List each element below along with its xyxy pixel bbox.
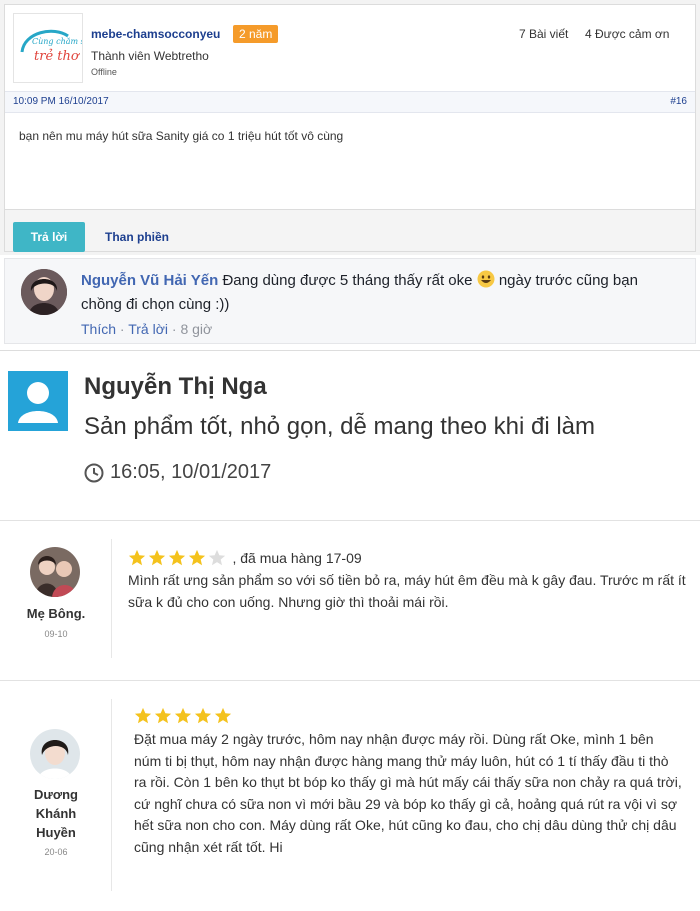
star-filled-icon bbox=[188, 549, 206, 566]
forum-post-card: Cùng chăm sóc trẻ thơ mebe-chamsocconyeu… bbox=[4, 4, 696, 252]
star-rating bbox=[134, 707, 232, 725]
profile-photo-icon bbox=[30, 729, 80, 779]
user-status: Offline bbox=[91, 67, 117, 77]
reviewer-name: Nguyễn Thị Nga bbox=[84, 373, 267, 400]
rating-row: , đã mua hàng 17-09 bbox=[128, 549, 688, 567]
like-link[interactable]: Thích bbox=[81, 321, 116, 337]
user-silhouette-icon bbox=[8, 371, 68, 431]
review-timestamp: 16:05, 10/01/2017 bbox=[110, 461, 272, 483]
star-filled-icon bbox=[154, 707, 172, 724]
rating-row bbox=[134, 707, 682, 725]
profile-photo-icon bbox=[30, 547, 80, 597]
reviewer-avatar bbox=[30, 547, 80, 597]
star-filled-icon bbox=[128, 549, 146, 566]
reviewer-name-line: Dương bbox=[34, 787, 78, 802]
logo-text-line2: trẻ thơ bbox=[34, 49, 80, 64]
star-filled-icon bbox=[174, 707, 192, 724]
reviewer-name-line: Huyền bbox=[36, 825, 76, 840]
commenter-name[interactable]: Nguyễn Vũ Hải Yến bbox=[81, 272, 218, 289]
review-date: 20-06 bbox=[44, 847, 68, 857]
separator: · bbox=[119, 321, 125, 337]
review-content: Đặt mua máy 2 ngày trước, hôm nay nhận đ… bbox=[134, 707, 682, 858]
forum-post: Cùng chăm sóc trẻ thơ mebe-chamsocconyeu… bbox=[0, 0, 700, 255]
separator: · bbox=[171, 321, 177, 337]
complain-button[interactable]: Than phiền bbox=[105, 230, 169, 244]
review-time: 16:05, 10/01/2017 bbox=[84, 461, 271, 484]
review-text: Sản phẩm tốt, nhỏ gọn, dễ mang theo khi … bbox=[84, 413, 595, 440]
facebook-comment: Nguyễn Vũ Hải Yến Đang dùng được 5 tháng… bbox=[4, 258, 696, 344]
review-body: Đặt mua máy 2 ngày trước, hôm nay nhận đ… bbox=[134, 731, 682, 855]
reviewer-info: Dương Khánh Huyền 20-06 bbox=[0, 681, 112, 911]
thanks-count: 4 Được cảm ơn bbox=[585, 27, 670, 41]
logo-text-line1: Cùng chăm sóc bbox=[32, 37, 82, 46]
membership-badge: 2 năm bbox=[233, 25, 279, 43]
post-body: bạn nên mu máy hút sữa Sanity giá co 1 t… bbox=[19, 129, 344, 143]
star-filled-icon bbox=[148, 549, 166, 566]
post-datetime: 10:09 PM 16/10/2017 bbox=[13, 96, 109, 107]
username-link[interactable]: mebe-chamsocconyeu bbox=[91, 27, 220, 41]
review-body: Mình rất ưng sản phẩm so với số tiền bỏ … bbox=[128, 572, 686, 611]
purchase-info: , đã mua hàng 17-09 bbox=[232, 550, 362, 566]
comment-body-part1: Đang dùng được 5 tháng thấy rất oke bbox=[222, 272, 473, 289]
reviewer-info: Mẹ Bông. 09-10 bbox=[0, 521, 112, 678]
user-role: Thành viên Webtretho bbox=[91, 49, 209, 63]
reviewer-name-line: Mẹ Bông. bbox=[26, 606, 86, 621]
default-avatar bbox=[8, 371, 68, 431]
shop-review: Dương Khánh Huyền 20-06 Đặt mua máy 2 ng… bbox=[0, 680, 700, 911]
webtretho-logo: Cùng chăm sóc trẻ thơ bbox=[20, 29, 95, 64]
review-content: , đã mua hàng 17-09 Mình rất ưng sản phẩ… bbox=[128, 549, 688, 613]
post-count: 7 Bài viết bbox=[519, 27, 569, 41]
clock-icon bbox=[84, 463, 104, 482]
post-meta-bar: 10:09 PM 16/10/2017 #16 bbox=[5, 91, 695, 113]
star-filled-icon bbox=[194, 707, 212, 724]
reply-link[interactable]: Trả lời bbox=[128, 321, 168, 337]
reply-button[interactable]: Trả lời bbox=[13, 222, 85, 252]
user-avatar[interactable]: Cùng chăm sóc trẻ thơ bbox=[13, 13, 95, 83]
reviewer-name: Dương Khánh Huyền bbox=[0, 785, 112, 842]
commenter-avatar[interactable] bbox=[21, 269, 67, 315]
review-date: 09-10 bbox=[44, 629, 68, 639]
star-filled-icon bbox=[168, 549, 186, 566]
profile-photo-icon bbox=[21, 269, 67, 315]
comment-text: Nguyễn Vũ Hải Yến Đang dùng được 5 tháng… bbox=[81, 269, 641, 317]
reviewer-name: Mẹ Bông. bbox=[0, 604, 112, 623]
comment-time: 8 giờ bbox=[180, 321, 213, 337]
review-card: Nguyễn Thị Nga Sản phẩm tốt, nhỏ gọn, dễ… bbox=[0, 350, 700, 518]
star-rating bbox=[128, 549, 226, 567]
reviewer-avatar bbox=[30, 729, 80, 779]
star-empty-icon bbox=[208, 549, 226, 566]
post-action-bar: Trả lời Than phiền bbox=[5, 209, 695, 252]
star-filled-icon bbox=[214, 707, 232, 724]
shop-review: Mẹ Bông. 09-10 , đã mua hàng 17-09 Mình … bbox=[0, 520, 700, 678]
star-filled-icon bbox=[134, 707, 152, 724]
reviewer-name-line: Khánh bbox=[35, 806, 77, 821]
comment-actions: Thích · Trả lời · 8 giờ bbox=[81, 321, 212, 337]
post-number-link[interactable]: #16 bbox=[670, 96, 687, 107]
smile-icon bbox=[477, 270, 495, 288]
